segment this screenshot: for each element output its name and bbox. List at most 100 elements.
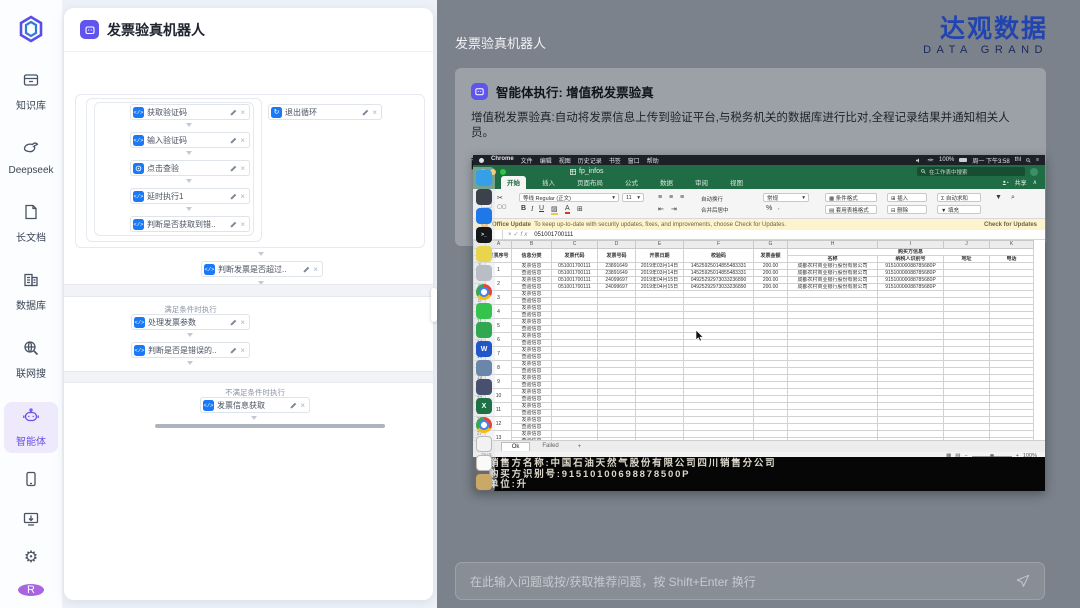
grid-cell: [636, 368, 684, 375]
edit-pencil-icon[interactable]: [362, 103, 369, 121]
edit-pencil-icon[interactable]: [230, 159, 237, 177]
grid-cell: 成都农村商业银行股份有限公司: [788, 263, 878, 270]
check-updates-link: Check for Updates: [984, 222, 1037, 228]
grid-cell: [552, 319, 598, 326]
close-icon[interactable]: ×: [240, 136, 245, 145]
code-icon: </>: [133, 219, 144, 230]
workflow-node[interactable]: 点击查验 ×: [130, 160, 250, 176]
excel-ribbon-tabs: 开始插入页面布局公式数据审阅视图 共享 ∧: [473, 178, 1045, 189]
chat-input[interactable]: 在此输入问题或按/获取推荐问题，按 Shift+Enter 换行: [455, 562, 1045, 600]
panel-resize-handle[interactable]: [431, 288, 437, 322]
edit-pencil-icon[interactable]: [230, 341, 237, 359]
row-type-cell: 发票信息: [512, 389, 552, 396]
sidebar-item-web-search[interactable]: 联网搜: [4, 334, 58, 385]
close-icon[interactable]: ×: [372, 108, 377, 117]
subtitle-overlay: 销售方名称:中国石油天然气股份有限公司四川销售分公司购买方识别号:9151010…: [473, 457, 1045, 491]
sidebar-item-database[interactable]: 数据库: [4, 266, 58, 317]
code-icon: </>: [133, 135, 144, 146]
sidebar-item-agent[interactable]: 智能体: [4, 402, 58, 453]
dock-icon-wechat: [476, 303, 492, 319]
grid-cell: 2019年04月15日: [636, 277, 684, 284]
edit-pencil-icon[interactable]: [290, 396, 297, 414]
column-header: 开票日期: [636, 249, 684, 263]
grid-cell: [788, 361, 878, 368]
bold-icon: B: [521, 205, 526, 212]
row-type-cell: 发票信息: [512, 263, 552, 270]
close-icon[interactable]: ×: [240, 220, 245, 229]
excel-doc-title: fp_infos: [579, 168, 604, 175]
insert-cells-button: ⊞ 插入: [887, 193, 927, 202]
grid-cell: [552, 424, 598, 431]
workflow-node[interactable]: </> 判断是否获取到错.. ×: [130, 216, 250, 232]
grid-cell: [598, 396, 636, 403]
excel-ribbon: ✂ ▢▢ 等线 Regular (正文)▾ 11▾ B I U ▨ A ⊞ ≡ …: [473, 189, 1045, 219]
close-icon[interactable]: ×: [240, 192, 245, 201]
workflow-panel: 发票验真机器人 </> 获取验证码 × </> 输入验证码 × 点击查验 ×: [64, 8, 433, 600]
column-letter: I: [878, 241, 944, 249]
grid-cell: [684, 298, 754, 305]
settings-gear-icon[interactable]: ⚙: [24, 550, 38, 566]
workflow-node[interactable]: </> 判断是否是错误的.. ×: [131, 342, 250, 358]
grid-cell: [788, 368, 878, 375]
close-icon[interactable]: ×: [240, 318, 245, 327]
grid-cell: [636, 340, 684, 347]
close-icon[interactable]: ×: [240, 346, 245, 355]
fill-button: ▼ 填充: [937, 205, 981, 214]
workflow-canvas[interactable]: </> 获取验证码 × </> 输入验证码 × 点击查验 × </> 延时执行1…: [64, 52, 433, 600]
office-update-banner: ↻ Office Update To keep up-to-date with …: [473, 219, 1045, 230]
user-avatar[interactable]: R: [18, 584, 44, 596]
edit-pencil-icon[interactable]: [230, 313, 237, 331]
workflow-node[interactable]: </> 发票信息获取 ×: [200, 397, 310, 413]
close-icon[interactable]: ×: [240, 164, 245, 173]
loop-icon: ↻: [271, 107, 282, 118]
grid-cell: [990, 424, 1034, 431]
sidebar-item-deepseek[interactable]: Deepseek: [4, 134, 58, 181]
close-icon[interactable]: ×: [240, 108, 245, 117]
workflow-node[interactable]: </> 获取验证码 ×: [130, 104, 250, 120]
workflow-node-exit-loop[interactable]: ↻ 退出循环 ×: [268, 104, 382, 120]
close-icon[interactable]: ×: [313, 265, 318, 274]
edit-pencil-icon[interactable]: [230, 215, 237, 233]
column-letter: F: [684, 241, 754, 249]
screen-download-icon[interactable]: [22, 510, 40, 532]
edit-pencil-icon[interactable]: [230, 187, 237, 205]
zoom-traffic-light: [500, 169, 506, 175]
menubar-item: 书签: [609, 156, 621, 165]
row-type-cell: 发票信息: [512, 361, 552, 368]
workflow-node-judge[interactable]: </> 判断发票是否超过.. ×: [201, 261, 323, 277]
edit-pencil-icon[interactable]: [230, 103, 237, 121]
workflow-node[interactable]: </> 输入验证码 ×: [130, 132, 250, 148]
grid-cell: [684, 291, 754, 298]
brand-name-en: DATA GRAND: [923, 44, 1048, 56]
grid-cell: [944, 410, 990, 417]
code-icon: </>: [204, 264, 215, 275]
grid-cell: [944, 396, 990, 403]
grid-cell: [552, 312, 598, 319]
horizontal-scrollbar[interactable]: [155, 424, 385, 428]
execution-screenshot[interactable]: Chrome文件编辑视图历史记录书签窗口帮助 100% 周一 下午3:58 th…: [473, 155, 1045, 491]
subtitle-line: 单位:升: [489, 480, 1029, 491]
grid-cell: [878, 312, 944, 319]
grid-cell: [944, 319, 990, 326]
grid-cell: [598, 361, 636, 368]
grid-cell: [990, 354, 1034, 361]
workflow-node[interactable]: </> 处理发票参数 ×: [131, 314, 250, 330]
workflow-node[interactable]: </> 延时执行1 ×: [130, 188, 250, 204]
column-letter: G: [754, 241, 788, 249]
send-icon[interactable]: [1016, 574, 1030, 588]
node-label: 延时执行1: [147, 191, 227, 202]
sidebar-item-long-document[interactable]: 长文档: [4, 198, 58, 249]
close-icon[interactable]: ×: [300, 401, 305, 410]
ribbon-tab-1: 开始: [501, 176, 526, 189]
grid-cell: [878, 417, 944, 424]
edit-pencil-icon[interactable]: [303, 260, 310, 278]
grid-cell: [636, 354, 684, 361]
sidebar-item-knowledge-base[interactable]: 知识库: [4, 66, 58, 117]
mobile-device-icon[interactable]: [22, 470, 40, 492]
edit-pencil-icon[interactable]: [230, 131, 237, 149]
underline-icon: U: [539, 205, 544, 212]
grid-cell: [552, 382, 598, 389]
column-header: 电话: [990, 256, 1034, 263]
grid-cell: [598, 298, 636, 305]
row-type-cell: 发票信息: [512, 277, 552, 284]
